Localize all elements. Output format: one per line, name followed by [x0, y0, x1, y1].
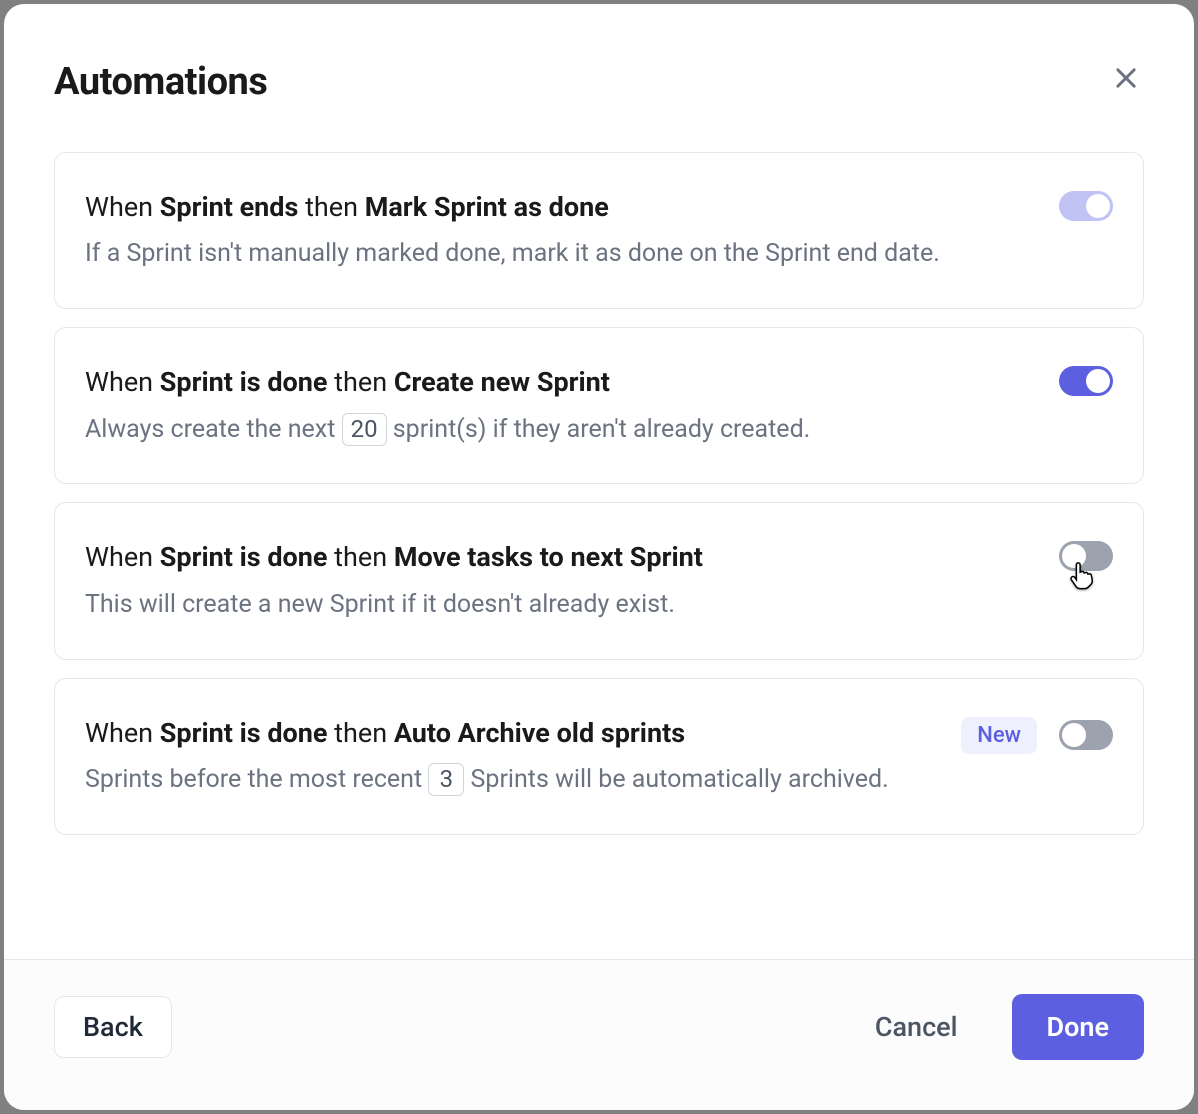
modal-body: Automations When Sprint ends then Mark S… [4, 4, 1194, 959]
desc-pre: Always create the next [85, 415, 342, 444]
title-when: When [85, 366, 160, 398]
automation-description: Sprints before the most recent 3 Sprints… [85, 761, 937, 800]
automations-modal: Automations When Sprint ends then Mark S… [4, 4, 1194, 1110]
title-trigger: Sprint ends [160, 191, 299, 223]
automation-card: When Sprint is done then Auto Archive ol… [54, 678, 1144, 835]
title-trigger: Sprint is done [160, 717, 328, 749]
automation-description: If a Sprint isn't manually marked done, … [85, 235, 1035, 274]
close-icon [1112, 64, 1140, 95]
title-then: then [327, 717, 393, 749]
title-then: then [327, 541, 393, 573]
title-when: When [85, 191, 160, 223]
desc-post: Sprints will be automatically archived. [464, 765, 888, 794]
desc-post: sprint(s) if they aren't already created… [387, 415, 811, 444]
automation-title: When Sprint is done then Create new Spri… [85, 364, 1035, 400]
automation-text: When Sprint is done then Move tasks to n… [85, 539, 1035, 624]
automation-card: When Sprint is done then Move tasks to n… [54, 502, 1144, 659]
toggle-wrap [1059, 539, 1113, 571]
desc-value-input[interactable]: 20 [342, 413, 387, 446]
footer-left: Back [54, 996, 172, 1058]
automation-toggle[interactable] [1059, 191, 1113, 221]
automation-list: When Sprint ends then Mark Sprint as don… [54, 152, 1144, 835]
title-trigger: Sprint is done [160, 366, 328, 398]
modal-footer: Back Cancel Done [4, 959, 1194, 1110]
toggle-knob [1086, 194, 1110, 218]
automation-description: This will create a new Sprint if it does… [85, 586, 1035, 625]
title-action: Create new Sprint [394, 366, 610, 398]
cancel-button[interactable]: Cancel [847, 997, 986, 1057]
title-trigger: Sprint is done [160, 541, 328, 573]
new-badge: New [961, 717, 1037, 754]
automation-text: When Sprint is done then Create new Spri… [85, 364, 1035, 449]
back-button[interactable]: Back [54, 996, 172, 1058]
toggle-wrap [1059, 364, 1113, 396]
automation-toggle[interactable] [1059, 541, 1113, 571]
toggle-knob [1062, 723, 1086, 747]
automation-text: When Sprint is done then Auto Archive ol… [85, 715, 937, 800]
automation-description: Always create the next 20 sprint(s) if t… [85, 411, 1035, 450]
automation-card: When Sprint ends then Mark Sprint as don… [54, 152, 1144, 309]
title-when: When [85, 717, 160, 749]
footer-right: Cancel Done [847, 994, 1144, 1060]
toggle-wrap [1059, 189, 1113, 221]
desc-pre: Sprints before the most recent [85, 765, 428, 794]
automation-title: When Sprint is done then Auto Archive ol… [85, 715, 937, 751]
automation-card: When Sprint is done then Create new Spri… [54, 327, 1144, 484]
automation-text: When Sprint ends then Mark Sprint as don… [85, 189, 1035, 274]
automation-title: When Sprint is done then Move tasks to n… [85, 539, 1035, 575]
title-when: When [85, 541, 160, 573]
title-then: then [298, 191, 364, 223]
modal-title: Automations [54, 60, 267, 104]
close-button[interactable] [1108, 60, 1144, 99]
automation-title: When Sprint ends then Mark Sprint as don… [85, 189, 1035, 225]
toggle-wrap: New [961, 715, 1113, 754]
automation-toggle[interactable] [1059, 366, 1113, 396]
title-action: Mark Sprint as done [365, 191, 609, 223]
desc-value-input[interactable]: 3 [428, 763, 464, 796]
toggle-knob [1086, 369, 1110, 393]
toggle-knob [1062, 544, 1086, 568]
modal-header: Automations [54, 60, 1144, 104]
done-button[interactable]: Done [1012, 994, 1144, 1060]
title-action: Auto Archive old sprints [394, 717, 685, 749]
title-then: then [327, 366, 393, 398]
title-action: Move tasks to next Sprint [394, 541, 703, 573]
automation-toggle[interactable] [1059, 720, 1113, 750]
